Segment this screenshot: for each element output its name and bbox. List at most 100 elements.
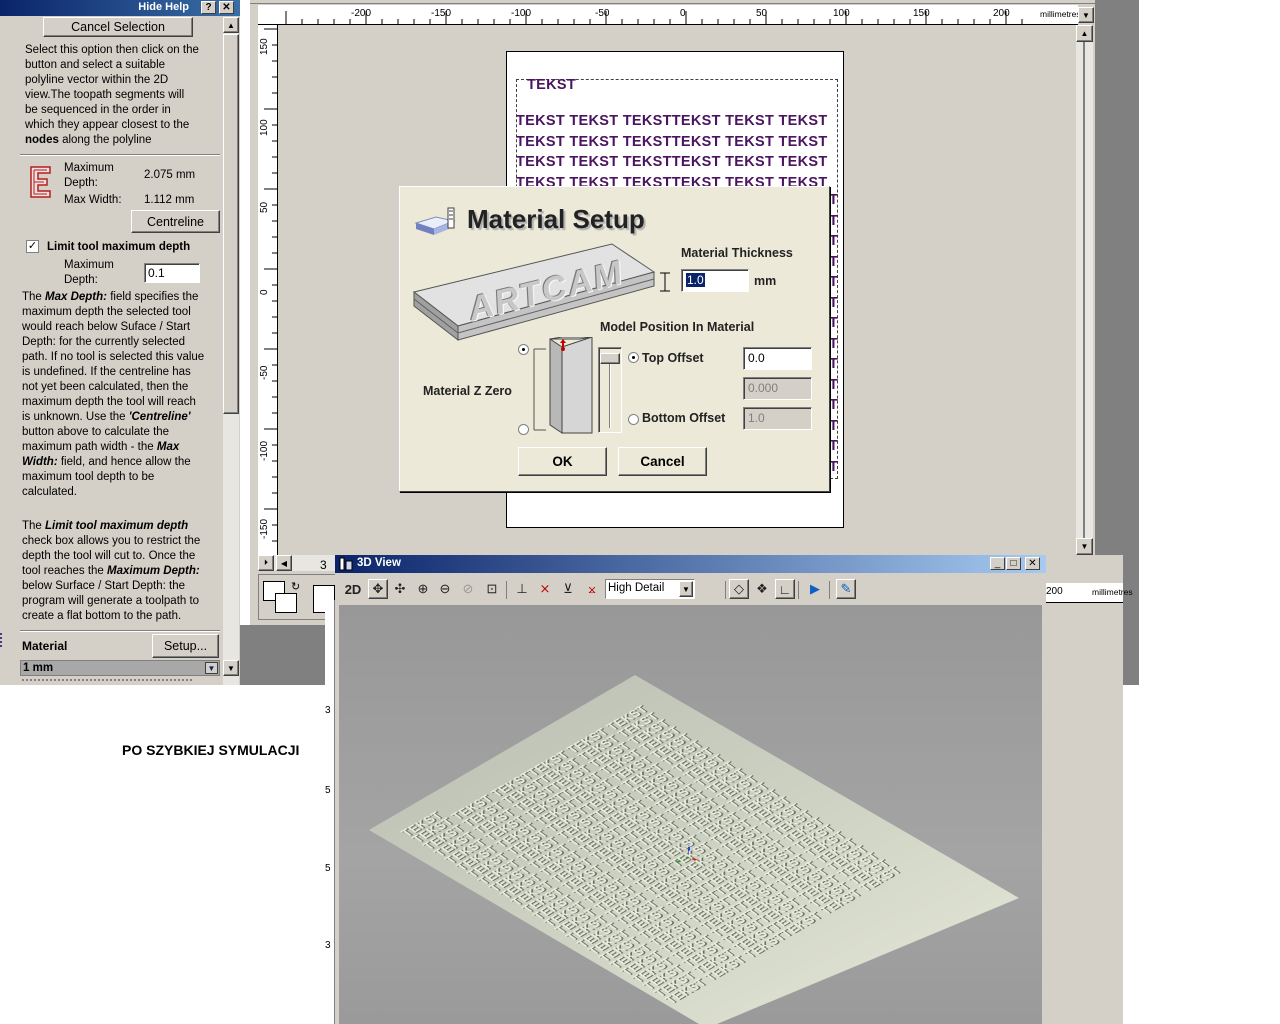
slider-thumb[interactable] xyxy=(600,353,620,364)
detail-select-value: High Detail xyxy=(608,582,665,594)
scroll-down-icon[interactable]: ▼ xyxy=(223,660,239,676)
material-dropdown[interactable]: 1 mm ▼ xyxy=(20,660,220,676)
help-line: calculated. xyxy=(22,485,222,500)
scroll-up-icon[interactable]: ▲ xyxy=(223,17,239,33)
side-ruler-panel: 200 millimetres xyxy=(1046,555,1133,1024)
axes-view-icon[interactable]: ⊥ xyxy=(512,579,532,599)
limit-max-depth-line: Maximum xyxy=(64,259,114,271)
ruler-unit-label: millimetres xyxy=(1040,9,1081,19)
chevron-down-icon[interactable]: ▼ xyxy=(679,581,693,597)
z-zero-top-radio[interactable] xyxy=(518,344,529,355)
thickness-input[interactable]: 1.0 xyxy=(681,269,749,292)
2d-mode-button[interactable]: 2D xyxy=(343,579,363,599)
maximize-icon[interactable]: □ xyxy=(1006,557,1021,570)
help-text: maximum path width - the xyxy=(22,441,157,453)
shaded-icon[interactable]: ❖ xyxy=(752,579,772,599)
bottom-offset-radio[interactable] xyxy=(628,414,639,425)
wireframe-icon[interactable]: ◇ xyxy=(729,579,749,599)
v-tick-label: 100 xyxy=(259,119,270,136)
play-simulation-icon[interactable]: ▶ xyxy=(805,579,825,599)
help-close-button[interactable]: ✕ xyxy=(219,1,234,14)
page-text-row-clipped: TEKST TEKST TEKSTTEKST TEKST TEKST xyxy=(829,438,838,454)
help-emphasis: Limit tool maximum depth xyxy=(45,520,189,532)
scroll-left-icon[interactable]: ◀ xyxy=(276,555,292,571)
intro-line: which they appear closest to the xyxy=(25,119,190,131)
help-title-bar: Hide Help ? ✕ xyxy=(0,0,240,16)
help-scrollbar[interactable]: ▲ ▼ xyxy=(223,17,239,685)
canvas-vscrollbar[interactable]: ▲ ▼ xyxy=(1076,25,1093,555)
help-text: is undefined. If the centreline has xyxy=(22,366,191,378)
pan-icon[interactable]: ✥ xyxy=(368,579,388,599)
caption-text: PO SZYBKIEJ SYMULACJI xyxy=(122,742,300,758)
scroll-thumb[interactable] xyxy=(223,34,239,414)
limit-max-depth-input[interactable]: 0.1 xyxy=(144,263,200,283)
view-3d-viewport[interactable]: TEKST TEKST TEKST TEKSTTEKST TEKST TEKST T… xyxy=(339,605,1042,1024)
v-tick-label: 150 xyxy=(259,38,270,55)
page-heading-text[interactable]: TEKST xyxy=(527,77,576,93)
intro-line: polyline vector within the 2D xyxy=(25,74,169,86)
move-icon[interactable]: ✣ xyxy=(390,579,410,599)
view-x-icon[interactable]: ⨯ xyxy=(535,579,555,599)
swap-icon[interactable]: ↻ xyxy=(291,580,300,593)
zoom-fit-icon[interactable]: ⊡ xyxy=(482,579,502,599)
scroll-first-icon[interactable]: ⏵ xyxy=(258,555,274,571)
close-icon[interactable]: ✕ xyxy=(1025,557,1040,570)
page-text-row[interactable]: TEKST TEKST TEKSTTEKST TEKST TEKST xyxy=(516,154,828,170)
page-text-row-clipped: TEKST TEKST TEKSTTEKST TEKST TEKST xyxy=(829,376,838,393)
scroll-up-icon[interactable]: ▲ xyxy=(1076,25,1093,42)
top-offset-radio[interactable] xyxy=(628,352,639,363)
help-line: button above to calculate the xyxy=(22,425,222,440)
help-question-button[interactable]: ? xyxy=(201,1,216,14)
h-tick-label: 200 xyxy=(993,8,1010,19)
bottom-offset-input[interactable]: 1.0 xyxy=(743,407,812,430)
limit-max-depth-line: Depth: xyxy=(64,274,98,286)
page-text-row-clipped: TEKST TEKST TEKSTTEKST TEKST TEKST xyxy=(829,335,838,352)
help-text: maximum depth the selected tool xyxy=(22,306,191,318)
zoom-in-icon[interactable]: ⊕ xyxy=(413,579,433,599)
hide-help-label[interactable]: Hide Help xyxy=(138,1,189,13)
page-text-row[interactable]: TEKST TEKST TEKSTTEKST TEKST TEKST xyxy=(516,134,828,150)
axis-icon[interactable]: ∟ xyxy=(775,579,795,599)
divider xyxy=(20,154,220,156)
view-y-icon[interactable]: ⊻ xyxy=(558,579,578,599)
intro-line-rest: along the polyline xyxy=(58,134,152,146)
top-offset-input[interactable]: 0.0 xyxy=(743,347,812,370)
help-text: path. If no tool is selected this value xyxy=(22,351,205,363)
position-slider[interactable] xyxy=(598,347,622,433)
clipped-label: 3 xyxy=(320,558,327,572)
minimize-icon[interactable]: _ xyxy=(990,557,1005,570)
view-3d-title: 3D View xyxy=(357,557,401,569)
material-setup-button[interactable]: Setup... xyxy=(152,634,219,658)
help-line: depth the tool will cut to. Once the xyxy=(22,549,222,564)
material-label: Material xyxy=(22,639,68,653)
centreline-button[interactable]: Centreline xyxy=(131,210,220,233)
secondary-colour-swatch[interactable] xyxy=(275,593,297,613)
limit-depth-label: Limit tool maximum depth xyxy=(47,241,191,253)
page-text-row-clipped: TEKST TEKST TEKSTTEKST TEKST TEKST xyxy=(829,192,838,208)
view-z-icon[interactable]: ⨲ xyxy=(582,579,602,599)
chevron-down-icon[interactable]: ▼ xyxy=(205,662,218,674)
horizontal-ruler: -200 -150 -100 -50 0 50 100 150 200 mill… xyxy=(258,5,1081,25)
zoom-out-icon[interactable]: ⊖ xyxy=(435,579,455,599)
page-text-row-clipped: TEKST TEKST TEKSTTEKST TEKST TEKST xyxy=(829,294,838,311)
ruler-menu-icon[interactable]: ▼ xyxy=(1078,7,1094,23)
view-3d-title-bar[interactable]: 3D View _ □ ✕ xyxy=(335,555,1046,573)
help-line: path. If no tool is selected this value xyxy=(22,350,222,365)
v-tick-label: -100 xyxy=(259,440,270,461)
help-emphasis: Width: xyxy=(22,456,58,468)
z-zero-diagram xyxy=(518,336,598,437)
tool-colour-icon[interactable]: ✎ xyxy=(836,579,856,599)
ok-button[interactable]: OK xyxy=(518,447,607,476)
detail-select[interactable]: High Detail ▼ xyxy=(605,579,695,599)
help-text: button above to calculate the xyxy=(22,426,170,438)
scroll-down-icon[interactable]: ▼ xyxy=(1076,538,1093,555)
z-zero-bottom-radio[interactable] xyxy=(518,424,529,435)
page-text-row[interactable]: TEKST TEKST TEKSTTEKST TEKST TEKST xyxy=(516,113,828,129)
zoom-previous-icon[interactable]: ⊘ xyxy=(458,579,478,599)
v-tick-label: 0 xyxy=(259,289,270,295)
help-panel: Hide Help ? ✕ Cancel Selection Select th… xyxy=(0,0,240,685)
cancel-button[interactable]: Cancel xyxy=(618,447,707,476)
h-tick-label: 100 xyxy=(833,8,850,19)
cancel-selection-button[interactable]: Cancel Selection xyxy=(43,17,193,37)
limit-depth-checkbox[interactable]: ✓ xyxy=(26,240,39,253)
